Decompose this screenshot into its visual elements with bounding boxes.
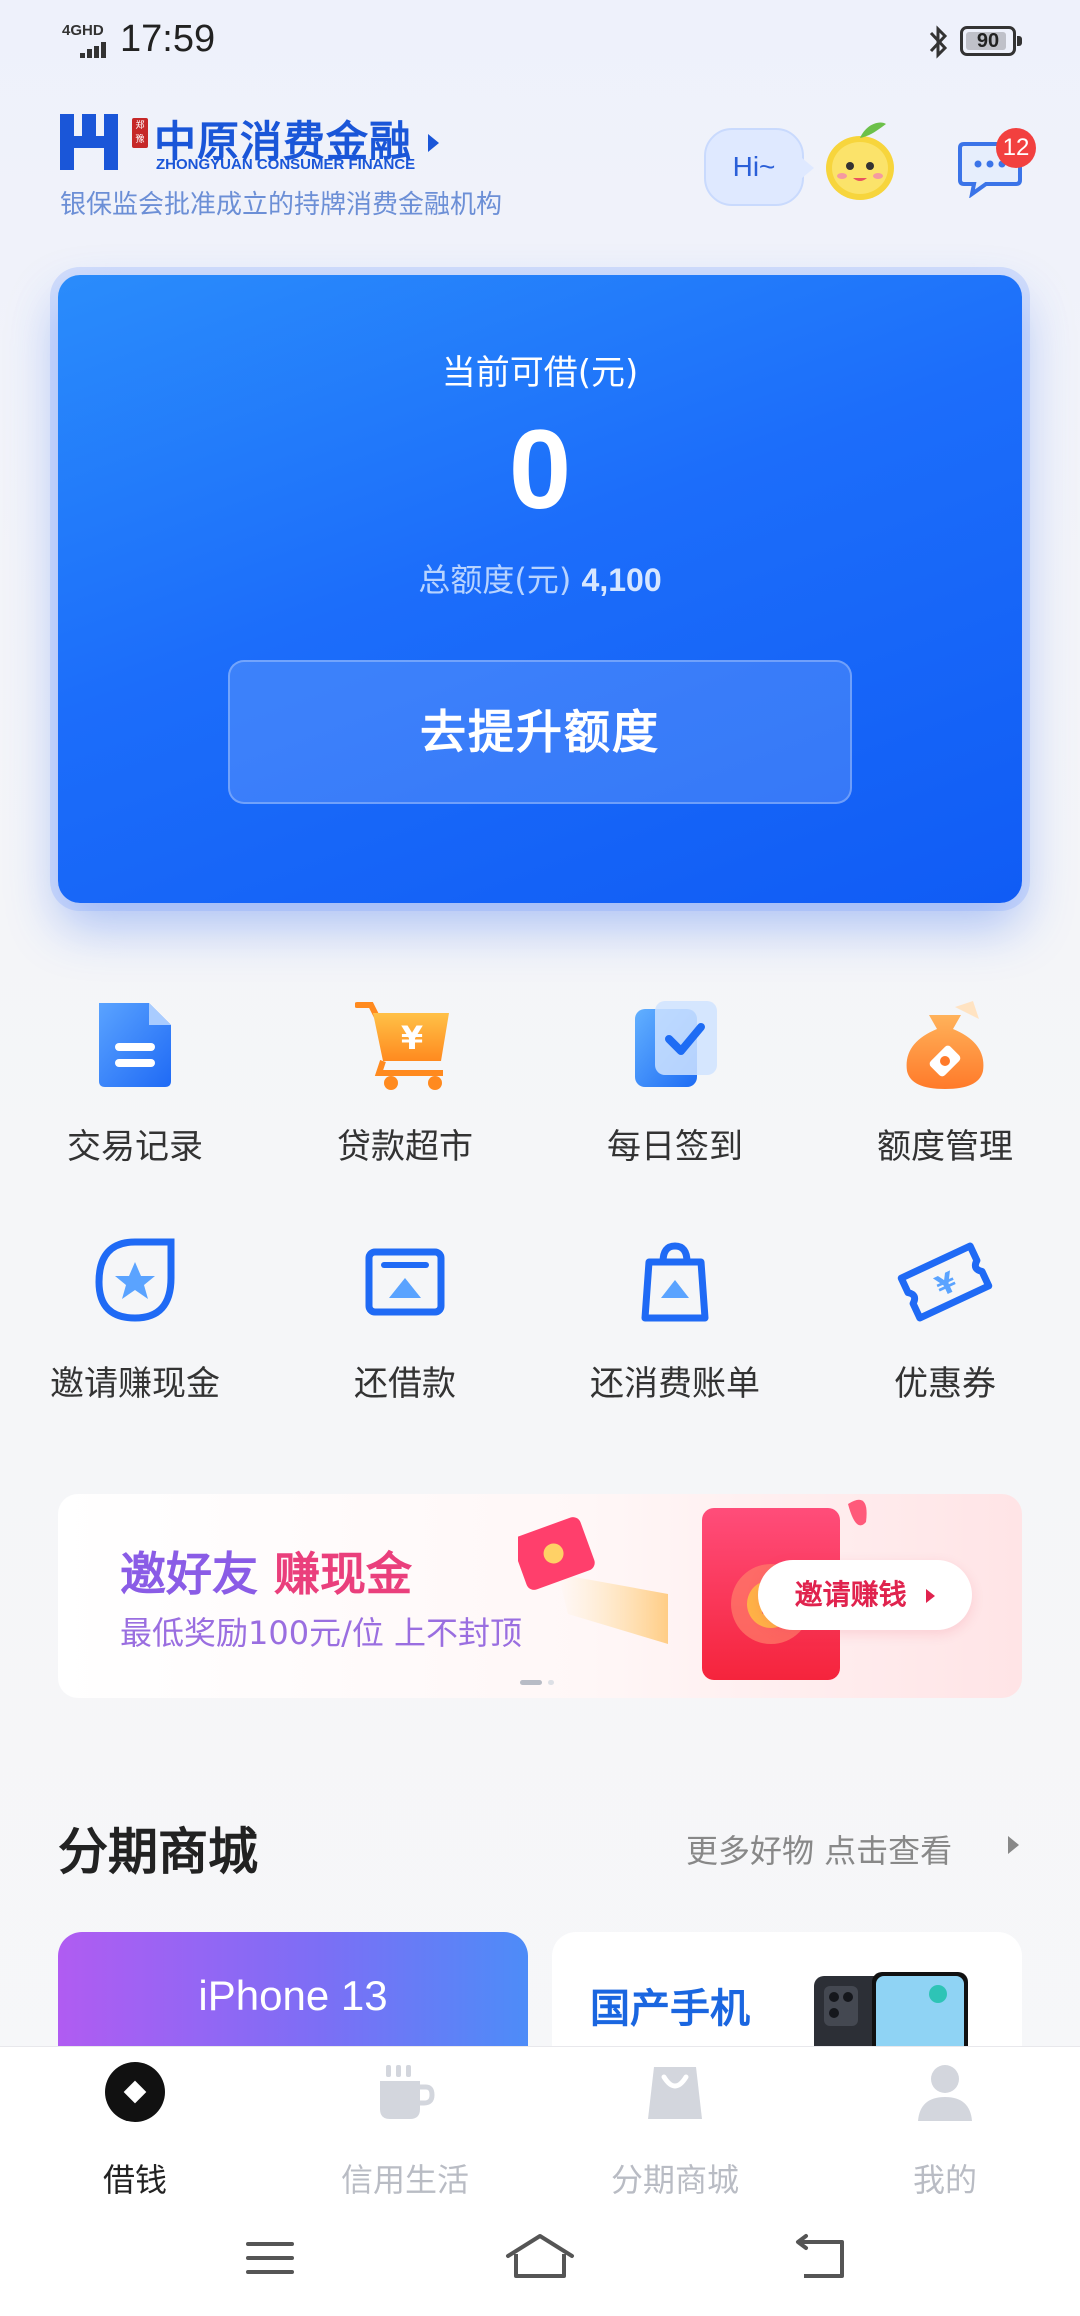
repay-loan-icon (365, 1248, 445, 1316)
brand-arrow-icon[interactable] (428, 134, 439, 152)
raise-limit-button[interactable]: 去提升额度 (228, 660, 852, 804)
tab-label: 信用生活 (340, 2161, 469, 2199)
bluetooth-icon (929, 25, 948, 59)
banner-subtitle: 最低奖励100元/位 上不封顶 (120, 1614, 523, 1652)
available-label: 当前可借(元) (441, 353, 639, 393)
tab-mine[interactable]: 我的 (810, 2047, 1080, 2207)
chevron-right-icon (926, 1589, 936, 1603)
repay-bill-icon (641, 1242, 709, 1322)
grid-item-transaction-record[interactable]: 交易记录 (0, 995, 270, 1175)
assistant-mascot-icon[interactable] (820, 110, 900, 206)
bottom-tab-bar: 借钱 信用生活 分期商城 我的 (0, 2046, 1080, 2206)
product-label: 国产手机 (590, 1986, 750, 2032)
status-time: 17:59 (120, 18, 216, 60)
grid-item-label: 邀请赚现金 (50, 1364, 220, 1404)
tab-label: 分期商城 (610, 2161, 739, 2199)
grid-item-repay-loan[interactable]: 还借款 (270, 1232, 540, 1412)
assistant-greeting-bubble[interactable]: Hi~ (704, 128, 814, 206)
grid-item-daily-checkin[interactable]: 每日签到 (540, 995, 810, 1175)
grid-item-invite[interactable]: 邀请赚现金 (0, 1232, 270, 1412)
borrow-icon (105, 2062, 165, 2122)
product-card-iphone[interactable]: iPhone 13 (58, 1932, 528, 2062)
message-badge: 12 (996, 128, 1036, 168)
grid-item-limit-manage[interactable]: 额度管理 (810, 995, 1080, 1175)
daily-checkin-icon (635, 1001, 717, 1087)
grid-item-loan-market[interactable]: ¥ 贷款超市 (270, 995, 540, 1175)
tab-installment-mall[interactable]: 分期商城 (540, 2047, 810, 2207)
banner-title-part2: 赚现金 (274, 1547, 413, 1601)
back-icon[interactable] (782, 2228, 862, 2288)
view-more-link[interactable]: 更多好物 点击查看 (686, 1826, 952, 1872)
banner-pagination (520, 1680, 560, 1686)
brand-logo-icon[interactable] (58, 112, 120, 172)
section-title: 分期商城 (58, 1823, 258, 1881)
grid-item-label: 优惠券 (894, 1364, 996, 1404)
grid-item-label: 还消费账单 (590, 1364, 760, 1404)
grid-item-label: 贷款超市 (337, 1127, 473, 1167)
credit-card: 当前可借(元) 0 总额度(元) 4,100 去提升额度 (58, 275, 1022, 903)
battery-icon: 90 (960, 26, 1022, 56)
battery-level: 90 (976, 30, 1000, 52)
status-bar: 4GHD 17:59 90 (0, 0, 1080, 80)
grid-item-label: 每日签到 (607, 1127, 743, 1167)
total-limit-value: 4,100 (581, 562, 662, 598)
grid-item-label: 交易记录 (67, 1127, 203, 1167)
brand-tagline: 银保监会批准成立的持牌消费金融机构 (60, 190, 503, 220)
tab-label: 我的 (912, 2161, 977, 2199)
coupon-icon: ¥ (897, 1242, 993, 1322)
brand-seal: 郑豫 (132, 118, 148, 148)
profile-icon (918, 2065, 972, 2121)
svg-text:¥: ¥ (401, 1019, 423, 1057)
grid-item-coupon[interactable]: ¥ 优惠券 (810, 1232, 1080, 1412)
tab-borrow[interactable]: 借钱 (0, 2047, 270, 2207)
tab-label: 借钱 (102, 2161, 167, 2199)
system-navigation-bar (0, 2206, 1080, 2316)
invite-banner[interactable]: 邀好友 赚现金 最低奖励100元/位 上不封顶 邀请赚钱 (58, 1494, 1022, 1698)
available-amount: 0 (508, 407, 572, 532)
menu-icon[interactable] (230, 2228, 310, 2288)
cellular-signal-icon: 4GHD (62, 22, 108, 58)
grid-item-label: 额度管理 (877, 1127, 1013, 1167)
invite-earn-button[interactable]: 邀请赚钱 (758, 1560, 972, 1630)
coffee-cup-icon (380, 2065, 435, 2119)
banner-title-part1: 邀好友 (120, 1547, 258, 1601)
total-limit: 总额度(元) 4,100 (58, 555, 1022, 601)
home-icon[interactable] (500, 2228, 580, 2288)
shopping-bag-icon (648, 2067, 702, 2119)
limit-manage-icon (906, 1001, 984, 1089)
tab-credit-life[interactable]: 信用生活 (270, 2047, 540, 2207)
banner-title: 邀好友 赚现金 (120, 1538, 412, 1604)
invite-earn-label: 邀请赚钱 (794, 1578, 907, 1611)
grid-item-repay-bill[interactable]: 还消费账单 (540, 1232, 810, 1412)
grid-item-label: 还借款 (354, 1364, 456, 1404)
invite-icon (95, 1238, 175, 1322)
product-card-domestic-phone[interactable]: 国产手机 (552, 1932, 1022, 2062)
transaction-record-icon (99, 1003, 171, 1087)
chevron-right-icon[interactable] (1008, 1836, 1019, 1854)
loan-market-icon: ¥ (355, 1002, 449, 1090)
brand-name-en: ZHONGYUAN CONSUMER FINANCE (156, 156, 416, 173)
total-limit-label: 总额度(元) (418, 561, 572, 599)
product-label: iPhone 13 (198, 1972, 388, 2019)
